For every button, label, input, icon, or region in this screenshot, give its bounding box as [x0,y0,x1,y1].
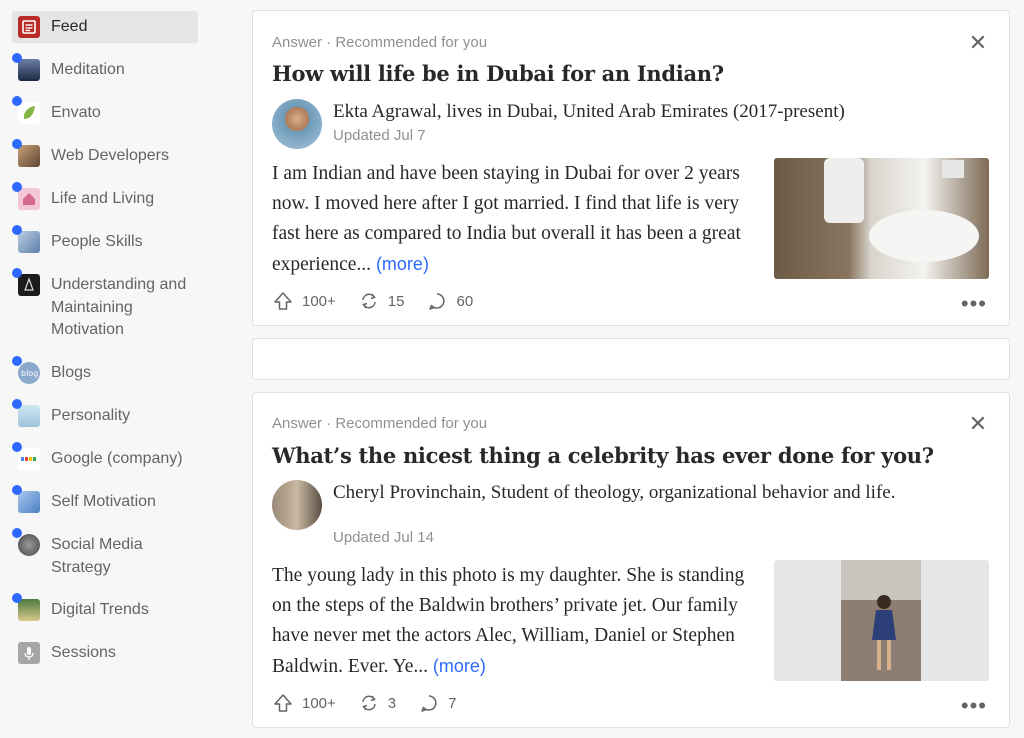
web-developers-icon [12,139,40,167]
sidebar-item-self-motivation[interactable]: Self Motivation [12,485,198,514]
digital-trends-icon [12,593,40,621]
empty-card [252,338,1010,380]
self-motivation-icon [12,485,40,513]
microphone-icon [18,642,40,664]
more-link[interactable]: (more) [433,656,486,676]
google-icon [12,442,40,470]
share-button[interactable]: 15 [358,290,405,312]
comment-icon [429,293,446,310]
question-title[interactable]: How will life be in Dubai for an Indian? [272,61,724,86]
share-count: 15 [387,292,405,310]
upvote-count: 100+ [302,694,336,712]
more-options-icon[interactable]: ••• [961,695,987,717]
share-count: 3 [387,694,397,712]
answer-text: I am Indian and have been staying in Dub… [272,163,741,275]
answer-image[interactable] [774,158,989,279]
sidebar-item-life-and-living[interactable]: Life and Living [12,182,198,211]
sidebar-item-label: Social Media Strategy [51,536,143,576]
sidebar-item-label: People Skills [51,233,143,250]
sidebar-item-label: Understanding and Maintaining Motivation [51,276,187,339]
sidebar-item-label: Self Motivation [51,493,156,510]
sidebar-item-label: Google (company) [51,450,183,467]
jet-stairs-photo [841,560,921,681]
motivation-icon [12,268,40,296]
avatar[interactable] [272,480,322,530]
life-living-icon [12,182,40,210]
sidebar-item-people-skills[interactable]: People Skills [12,225,198,254]
sidebar-item-social-media-strategy[interactable]: Social Media Strategy [12,528,198,579]
comment-count: 60 [456,292,474,310]
comment-count: 7 [448,694,457,712]
envato-leaf-icon [12,96,40,124]
close-icon[interactable]: ✕ [967,413,989,435]
sidebar-item-personality[interactable]: Personality [12,399,198,428]
sidebar-item-label: Feed [51,17,88,35]
upvote-icon [274,694,292,712]
answer-card: Answer · Recommended for you ✕ What’s th… [252,392,1010,728]
answer-image[interactable] [774,560,989,681]
upvote-icon [274,292,292,310]
more-link[interactable]: (more) [376,254,429,274]
answer-body: The young lady in this photo is my daugh… [272,561,762,682]
answer-card: Answer · Recommended for you ✕ How will … [252,10,1010,326]
svg-text:blog: blog [21,369,38,378]
answer-body: I am Indian and have been staying in Dub… [272,159,762,280]
sidebar-item-motivation[interactable]: Understanding and Maintaining Motivation [12,268,198,342]
sidebar-item-blogs[interactable]: blog Blogs [12,356,198,385]
author-credential[interactable]: Ekta Agrawal, lives in Dubai, United Ara… [333,100,845,123]
comment-icon [421,695,437,712]
upvote-button[interactable]: 100+ [272,290,336,312]
close-icon[interactable]: ✕ [967,32,989,54]
personality-icon [12,399,40,427]
reshare-icon [362,293,376,309]
question-title[interactable]: What’s the nicest thing a celebrity has … [272,443,934,468]
card-meta: Answer · Recommended for you [272,415,488,432]
comment-button[interactable]: 60 [426,290,473,312]
sidebar-item-web-developers[interactable]: Web Developers [12,139,198,168]
upvote-button[interactable]: 100+ [272,692,336,714]
feed-icon [18,16,40,38]
sidebar-item-google[interactable]: Google (company) [12,442,198,471]
sidebar-item-label: Envato [51,104,101,121]
card-meta: Answer · Recommended for you [272,34,488,51]
sidebar-item-label: Blogs [51,364,92,381]
sidebar-item-label: Sessions [51,644,116,661]
people-skills-icon [12,225,40,253]
action-bar: 100+ 3 7 [272,691,478,715]
comment-button[interactable]: 7 [418,692,456,714]
author-credential[interactable]: Cheryl Provinchain, Student of theology,… [333,481,973,504]
toilet-photo [824,158,979,262]
sidebar-item-label: Digital Trends [51,601,149,618]
sidebar-item-label: Personality [51,407,131,424]
avatar[interactable] [272,99,322,149]
meditation-icon [12,53,40,81]
updated-date: Updated Jul 14 [333,529,434,546]
sidebar: Feed Meditation Envato Web Developers Li… [0,0,230,738]
blogs-icon: blog [12,356,40,384]
social-media-icon [12,528,40,556]
sidebar-item-sessions[interactable]: Sessions [12,642,198,665]
action-bar: 100+ 15 60 [272,289,495,313]
share-button[interactable]: 3 [358,692,396,714]
sidebar-item-digital-trends[interactable]: Digital Trends [12,593,198,622]
sidebar-item-label: Meditation [51,61,125,78]
answer-text: The young lady in this photo is my daugh… [272,565,745,677]
sidebar-item-envato[interactable]: Envato [12,96,198,125]
upvote-count: 100+ [302,292,336,310]
reshare-icon [362,695,376,711]
updated-date: Updated Jul 7 [333,127,426,144]
sidebar-item-label: Web Developers [51,147,169,164]
sidebar-item-meditation[interactable]: Meditation [12,53,198,82]
sidebar-item-feed[interactable]: Feed [12,11,198,43]
more-options-icon[interactable]: ••• [961,293,987,315]
sidebar-item-label: Life and Living [51,190,155,207]
